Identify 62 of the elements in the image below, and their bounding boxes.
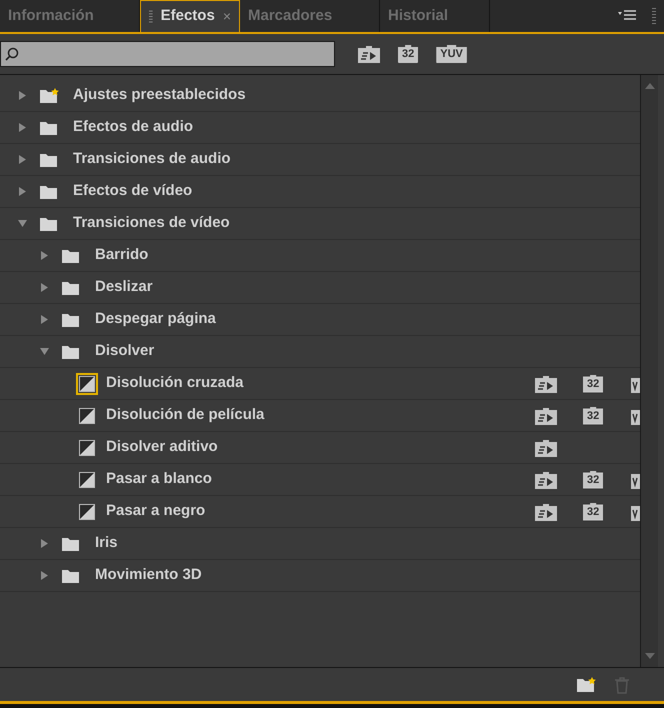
folder-label[interactable]: Deslizar [95,276,153,299]
search-field[interactable] [0,41,335,67]
collapsed-arrow-icon[interactable] [40,251,49,260]
bit-depth-badge: 32 [583,502,604,520]
folder-label[interactable]: Transiciones de vídeo [73,212,230,235]
scroll-down-icon[interactable] [644,653,654,659]
folder-label[interactable]: Iris [95,532,118,555]
effect-label[interactable]: Disolución de película [106,404,264,427]
bit-depth-badge: 32 [583,406,604,424]
effect-label[interactable]: Pasar a blanco [106,468,212,491]
scroll-up-icon[interactable] [644,83,654,89]
transition-icon [79,440,95,456]
collapsed-arrow-icon[interactable] [18,91,27,100]
transition-icon [79,376,95,392]
folder-icon [61,312,81,328]
expanded-arrow-icon[interactable] [18,219,27,228]
folder-icon [61,536,81,552]
folder-label[interactable]: Despegar página [95,308,216,331]
bit-depth-badge: 32 [583,374,604,392]
panel-tab[interactable]: Efectos × [140,0,240,32]
accelerated-filter-button[interactable] [358,45,380,63]
effect-label[interactable]: Pasar a negro [106,500,206,523]
new-folder-button[interactable] [576,676,596,692]
folder-icon [39,184,59,200]
collapsed-arrow-icon[interactable] [18,123,27,132]
grip-icon[interactable] [652,7,656,25]
transition-icon [79,504,95,520]
effect-label[interactable]: Disolver aditivo [106,436,218,459]
expanded-arrow-icon[interactable] [40,347,49,356]
transition-icon [79,472,95,488]
folder-label[interactable]: Efectos de audio [73,116,194,139]
folder-star-icon [576,676,596,692]
collapsed-arrow-icon[interactable] [40,539,49,548]
collapsed-arrow-icon[interactable] [18,155,27,164]
folder-icon [61,568,81,584]
grip-icon[interactable] [149,10,153,24]
folder-icon [61,280,81,296]
folder-label[interactable]: Transiciones de audio [73,148,231,171]
scrollbar[interactable] [640,75,658,667]
folder-icon [61,344,81,360]
transition-icon [79,408,95,424]
filter-badge: 32 [398,45,418,63]
folder-label[interactable]: Disolver [95,340,154,363]
collapsed-arrow-icon[interactable] [40,315,49,324]
collapsed-arrow-icon[interactable] [40,571,49,580]
folder-star-icon [39,88,59,104]
folder-label[interactable]: Efectos de vídeo [73,180,192,203]
folder-label[interactable]: Ajustes preestablecidos [73,84,246,107]
filter-badge: YUV [436,45,467,63]
bit-depth-badge: 32 [583,470,604,488]
collapsed-arrow-icon[interactable] [40,283,49,292]
search-icon [5,47,19,61]
folder-label[interactable]: Barrido [95,244,148,267]
accelerated-badge-icon [358,45,380,63]
folder-icon [39,120,59,136]
folder-icon [39,152,59,168]
folder-icon [39,216,59,232]
effect-label[interactable]: Disolución cruzada [106,372,244,395]
folder-icon [61,248,81,264]
panel-menu-icon[interactable] [618,10,636,22]
collapsed-arrow-icon[interactable] [18,187,27,196]
folder-label[interactable]: Movimiento 3D [95,564,202,587]
